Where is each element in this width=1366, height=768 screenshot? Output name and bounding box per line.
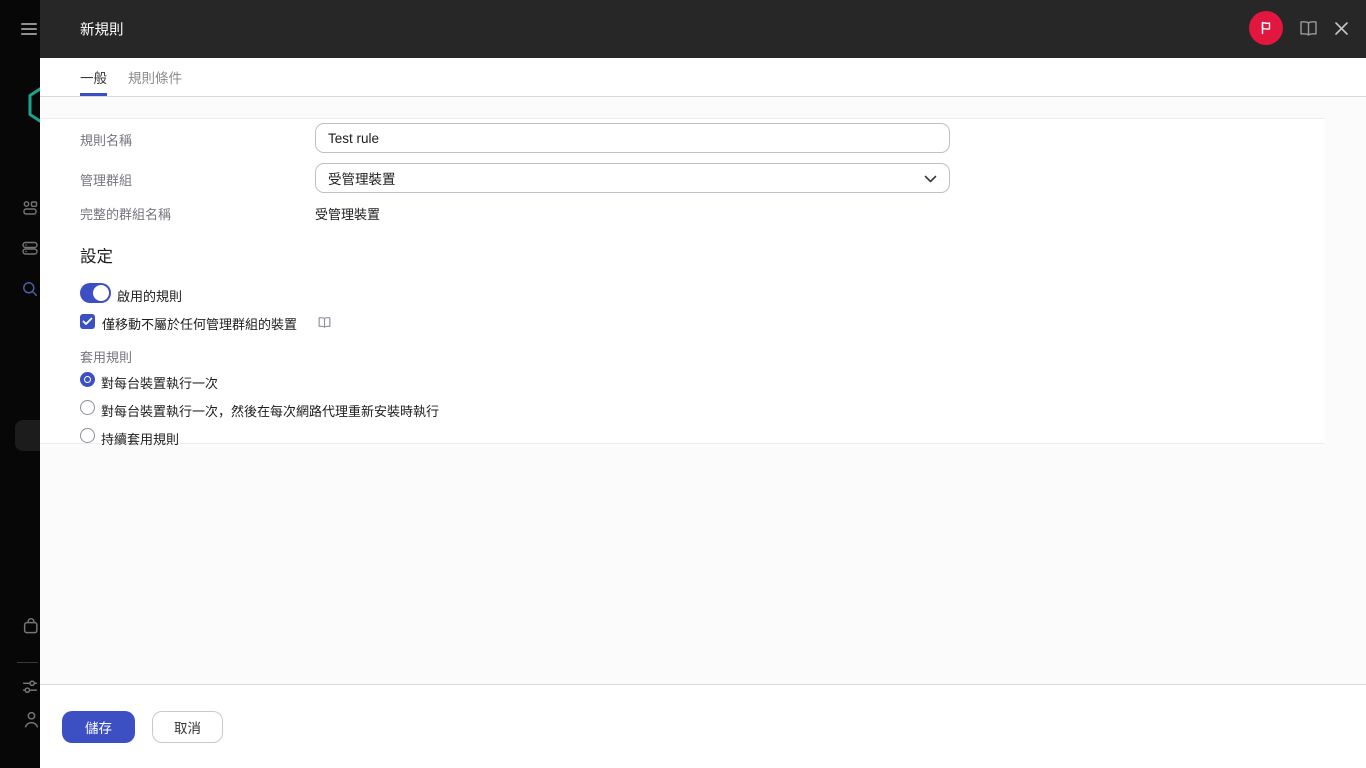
close-icon[interactable]: [1334, 21, 1349, 36]
apply-rule-label: 套用規則: [80, 347, 132, 366]
rule-enabled-toggle[interactable]: [80, 283, 111, 303]
radio-run-once[interactable]: [80, 372, 95, 387]
cancel-button[interactable]: 取消: [152, 711, 223, 743]
save-button[interactable]: 儲存: [62, 711, 135, 743]
full-group-name-label: 完整的群組名稱: [80, 204, 171, 223]
server-stack-icon[interactable]: [21, 239, 39, 257]
devices-icon[interactable]: [21, 199, 39, 217]
settings-sliders-icon[interactable]: [21, 678, 39, 696]
hamburger-menu-icon[interactable]: [21, 23, 37, 36]
check-icon: [82, 317, 93, 326]
dialog-title: 新規則: [80, 19, 124, 40]
search-icon[interactable]: [21, 280, 39, 298]
rule-name-input[interactable]: [315, 123, 950, 153]
user-account-icon[interactable]: [23, 711, 41, 729]
tab-rule-conditions[interactable]: 規則條件: [128, 58, 182, 96]
inline-help-book-icon[interactable]: [317, 316, 332, 329]
radio-apply-continuously[interactable]: [80, 428, 95, 443]
dialog-body: 規則名稱 管理群組 受管理裝置 完整的群組名稱 受管理裝置 設定 啟用的規則 僅…: [40, 97, 1366, 684]
radio-run-once-and-reinstall-label: 對每台裝置執行一次，然後在每次網路代理重新安裝時執行: [101, 401, 439, 420]
admin-group-label: 管理群組: [80, 170, 132, 189]
sidebar-divider: [17, 662, 38, 663]
rule-name-label: 規則名稱: [80, 130, 132, 149]
dialog-tabbar: 一般 規則條件: [40, 58, 1366, 97]
flag-icon: [1258, 20, 1274, 36]
rule-enabled-label: 啟用的規則: [117, 286, 182, 305]
dialog-footer: 儲存 取消: [40, 684, 1366, 768]
marketplace-bag-icon[interactable]: [22, 617, 40, 635]
full-group-name-value: 受管理裝置: [315, 204, 380, 223]
chevron-down-icon: [924, 175, 937, 183]
help-book-icon[interactable]: [1298, 20, 1319, 37]
whats-new-flag-badge[interactable]: [1249, 11, 1283, 45]
tab-general[interactable]: 一般: [80, 58, 107, 96]
admin-group-selected-value: 受管理裝置: [328, 168, 396, 188]
move-only-checkbox[interactable]: [80, 314, 95, 329]
radio-apply-continuously-label: 持續套用規則: [101, 429, 179, 448]
new-rule-dialog: 新規則 一般 規則條件 規則名稱 管理群組 受管理裝置: [40, 0, 1366, 768]
move-only-label: 僅移動不屬於任何管理群組的裝置: [102, 314, 297, 333]
settings-section-heading: 設定: [80, 243, 113, 267]
radio-run-once-label: 對每台裝置執行一次: [101, 373, 218, 392]
admin-group-select[interactable]: 受管理裝置: [315, 163, 950, 193]
radio-run-once-and-reinstall[interactable]: [80, 400, 95, 415]
dialog-header: 新規則: [40, 0, 1366, 58]
